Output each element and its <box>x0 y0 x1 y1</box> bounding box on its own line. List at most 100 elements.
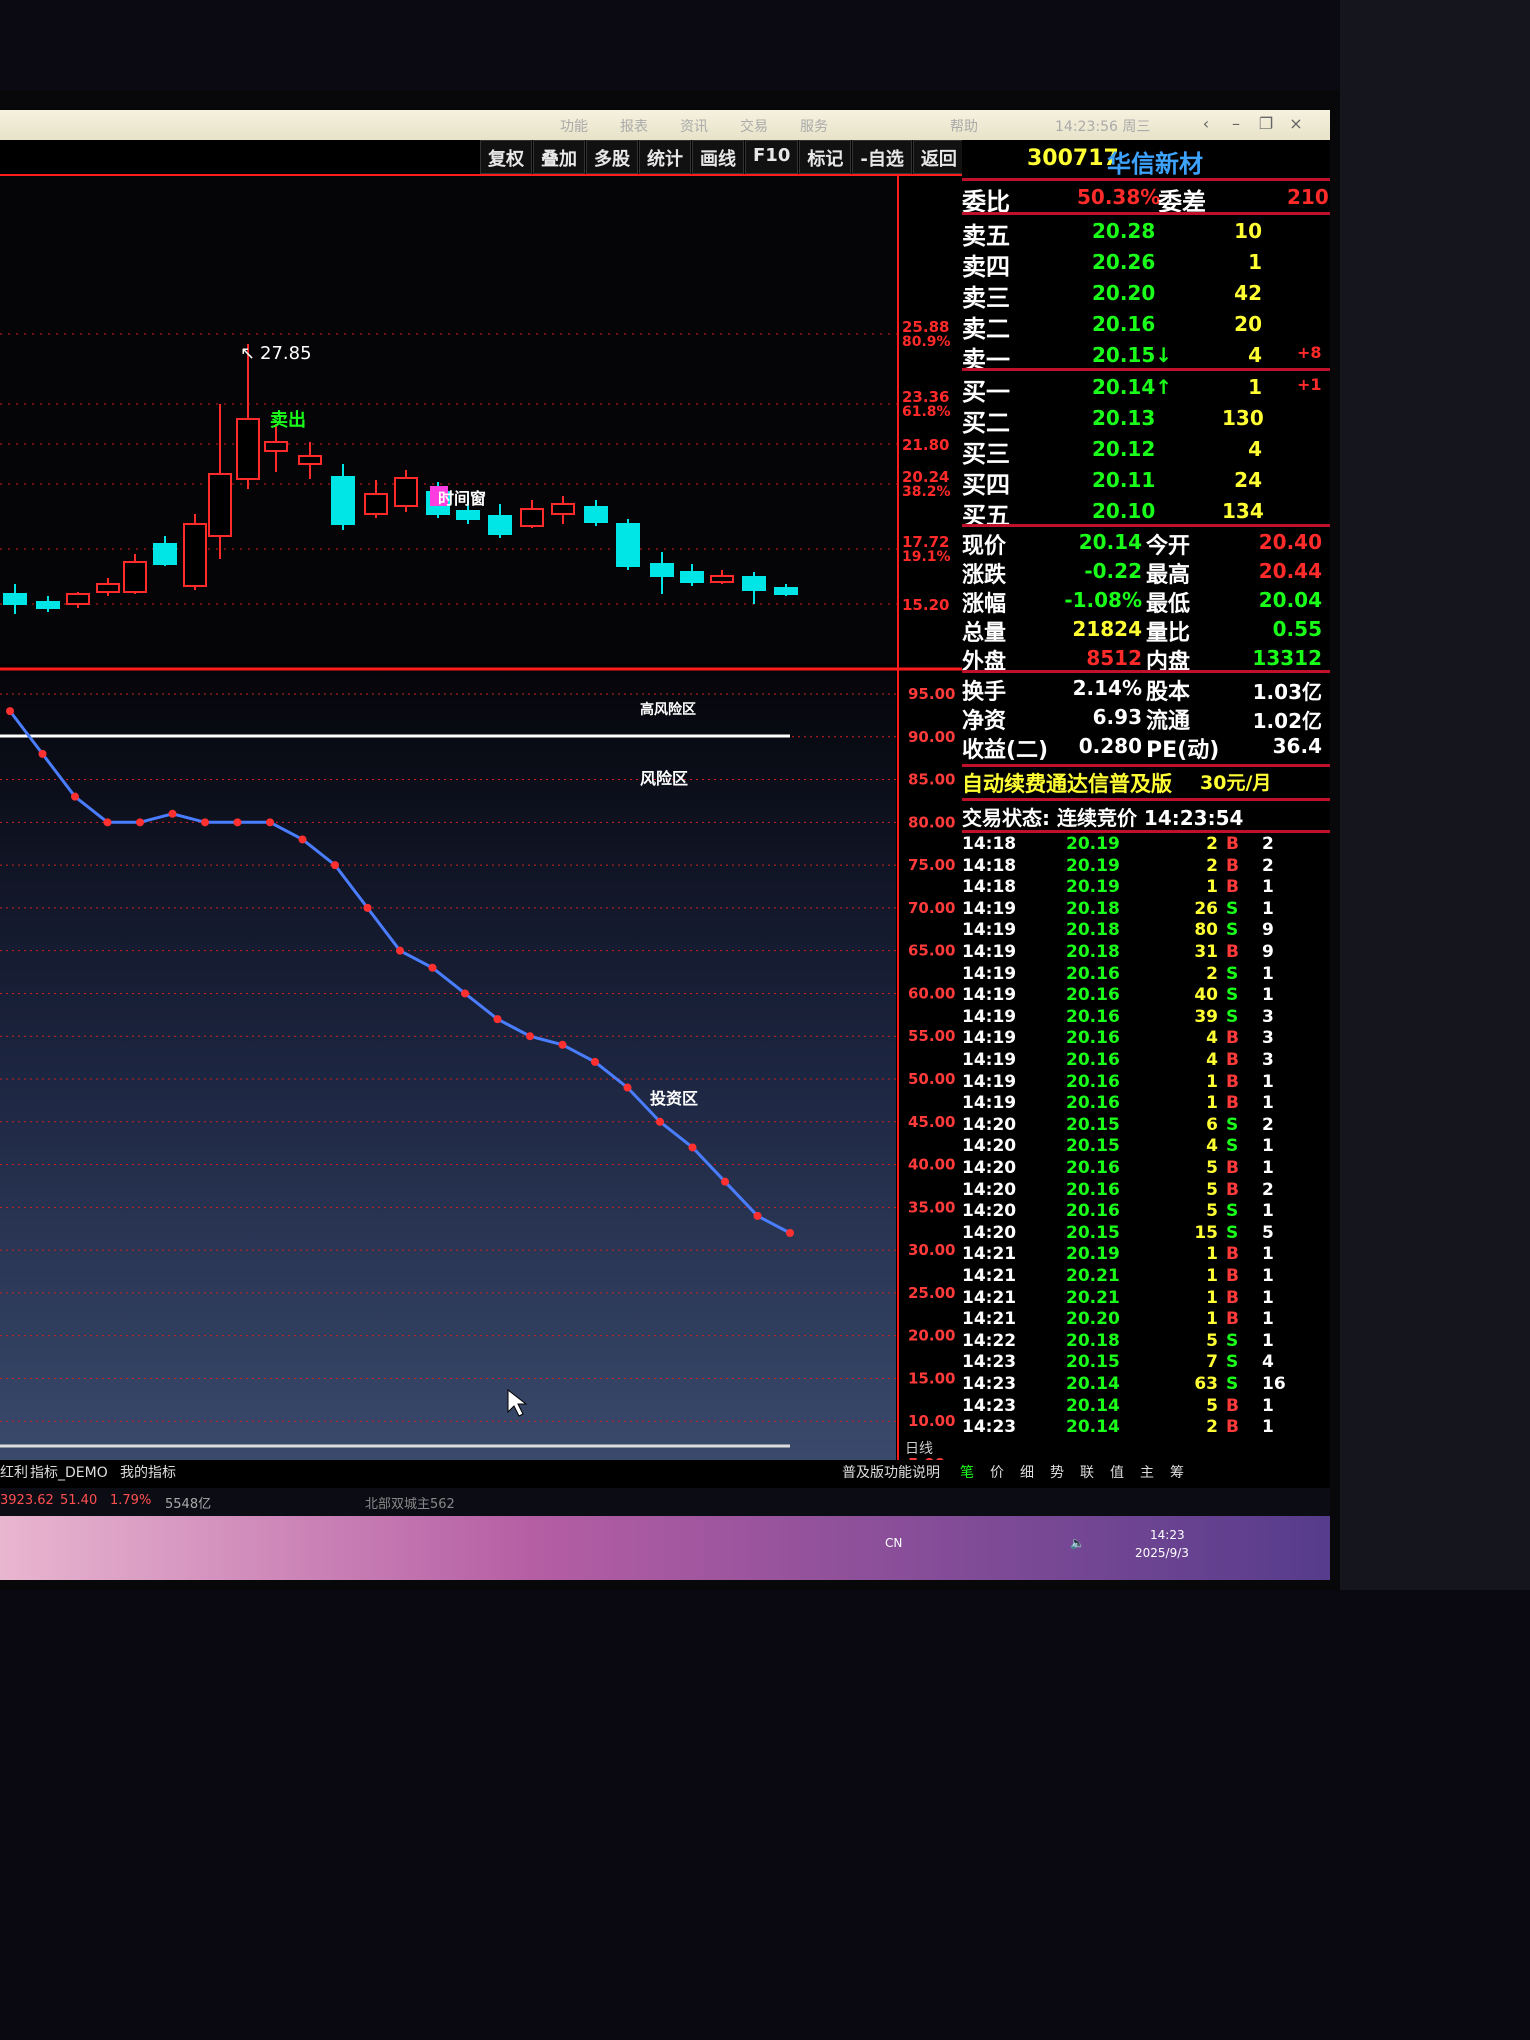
candlestick[interactable] <box>298 455 322 465</box>
minimize-icon[interactable]: – <box>1225 114 1247 134</box>
tick-row[interactable]: 14:20 20.15 6 S 2 <box>962 1115 1330 1137</box>
toolbar-button[interactable]: 多股 <box>586 140 638 174</box>
indicator-tab[interactable]: 红利 <box>0 1462 28 1482</box>
candlestick[interactable] <box>208 473 232 537</box>
candlestick[interactable] <box>394 477 418 507</box>
side-tab[interactable]: 筹 <box>1170 1462 1184 1482</box>
candlestick[interactable] <box>331 476 355 525</box>
tick-row[interactable]: 14:23 20.14 2 B 1 <box>962 1417 1330 1439</box>
promo-price[interactable]: 30元/月 <box>1200 768 1271 795</box>
menu-item[interactable]: 交易 <box>740 116 768 136</box>
candlestick[interactable] <box>153 543 177 565</box>
side-tab[interactable]: 主 <box>1140 1462 1154 1482</box>
toolbar-button[interactable]: F10 <box>745 140 799 174</box>
candlestick[interactable] <box>96 583 120 593</box>
chart-area[interactable]: ↖ 27.85 卖出 时间窗 财 25.8880.9%23.3661.8%21.… <box>0 174 962 1464</box>
candlestick[interactable] <box>520 508 544 527</box>
side-tab[interactable]: 联 <box>1080 1462 1094 1482</box>
input-language[interactable]: CN <box>885 1536 902 1550</box>
tick-row[interactable]: 14:19 20.16 39 S 3 <box>962 1007 1330 1029</box>
bid-row[interactable]: 买二 20.13 130 <box>962 403 1330 437</box>
candlestick[interactable] <box>364 493 388 515</box>
restore-icon[interactable]: ❐ <box>1255 114 1277 134</box>
bid-row[interactable]: 买一 20.14↑ 1 +1 <box>962 372 1330 406</box>
tick-row[interactable]: 14:19 20.18 80 S 9 <box>962 920 1330 942</box>
volume-icon[interactable]: 🔈 <box>1070 1536 1085 1550</box>
promo-text[interactable]: 自动续费通达信普及版 <box>962 768 1172 798</box>
candlestick[interactable] <box>742 576 766 591</box>
side-tab[interactable]: 值 <box>1110 1462 1124 1482</box>
taskbar-time[interactable]: 14:23 <box>1150 1528 1185 1542</box>
tick-row[interactable]: 14:22 20.18 5 S 1 <box>962 1331 1330 1353</box>
candlestick[interactable] <box>488 515 512 535</box>
candlestick[interactable] <box>680 571 704 583</box>
tick-row[interactable]: 14:18 20.19 2 B 2 <box>962 856 1330 878</box>
menu-item[interactable]: 功能 <box>560 116 588 136</box>
candlestick[interactable] <box>616 523 640 567</box>
tick-row[interactable]: 14:19 20.18 26 S 1 <box>962 899 1330 921</box>
candlestick[interactable] <box>264 441 288 452</box>
candlestick[interactable] <box>183 523 207 587</box>
candlestick[interactable] <box>551 503 575 515</box>
indicator-tab[interactable]: 我的指标 <box>120 1462 176 1482</box>
tick-row[interactable]: 14:23 20.15 7 S 4 <box>962 1352 1330 1374</box>
candlestick[interactable] <box>36 601 60 609</box>
side-tab[interactable]: 细 <box>1020 1462 1034 1482</box>
toolbar-button[interactable]: 复权 <box>480 140 532 174</box>
tick-row[interactable]: 14:20 20.15 4 S 1 <box>962 1136 1330 1158</box>
tick-row[interactable]: 14:20 20.15 15 S 5 <box>962 1223 1330 1245</box>
toolbar-button[interactable]: 统计 <box>639 140 691 174</box>
side-tab[interactable]: 价 <box>990 1462 1004 1482</box>
tick-row[interactable]: 14:21 20.19 1 B 1 <box>962 1244 1330 1266</box>
menu-item[interactable]: 帮助 <box>950 116 978 136</box>
toolbar-button[interactable]: 返回 <box>912 140 965 174</box>
tick-row[interactable]: 14:19 20.16 4 B 3 <box>962 1050 1330 1072</box>
tick-row[interactable]: 14:19 20.16 4 B 3 <box>962 1028 1330 1050</box>
side-tab[interactable]: 势 <box>1050 1462 1064 1482</box>
tick-row[interactable]: 14:23 20.14 63 S 16 <box>962 1374 1330 1396</box>
candlestick[interactable] <box>710 575 734 583</box>
back-icon[interactable]: ‹ <box>1195 114 1217 134</box>
tick-row[interactable]: 14:18 20.19 2 B 2 <box>962 834 1330 856</box>
ask-row[interactable]: 卖二 20.16 20 <box>962 309 1330 343</box>
candlestick[interactable] <box>123 561 147 593</box>
tick-row[interactable]: 14:20 20.16 5 B 1 <box>962 1158 1330 1180</box>
toolbar-button[interactable]: 标记 <box>799 140 852 174</box>
tick-row[interactable]: 14:21 20.21 1 B 1 <box>962 1288 1330 1310</box>
menu-item[interactable]: 资讯 <box>680 116 708 136</box>
tick-row[interactable]: 14:19 20.16 1 B 1 <box>962 1072 1330 1094</box>
tick-row[interactable]: 14:21 20.21 1 B 1 <box>962 1266 1330 1288</box>
tick-row[interactable]: 14:19 20.16 2 S 1 <box>962 964 1330 986</box>
bid-row[interactable]: 买四 20.11 24 <box>962 465 1330 499</box>
tick-row[interactable]: 14:21 20.20 1 B 1 <box>962 1309 1330 1331</box>
tick-row[interactable]: 14:19 20.18 31 B 9 <box>962 942 1330 964</box>
menu-item[interactable]: 报表 <box>620 116 648 136</box>
close-icon[interactable]: × <box>1285 114 1307 134</box>
ask-row[interactable]: 卖四 20.26 1 <box>962 247 1330 281</box>
menu-item[interactable]: 服务 <box>800 116 828 136</box>
toolbar-button[interactable]: 画线 <box>692 140 744 174</box>
bid-row[interactable]: 买三 20.12 4 <box>962 434 1330 468</box>
candlestick[interactable] <box>584 506 608 523</box>
tick-row[interactable]: 14:19 20.16 1 B 1 <box>962 1093 1330 1115</box>
toolbar-button[interactable]: 叠加 <box>533 140 585 174</box>
taskbar-date[interactable]: 2025/9/3 <box>1135 1546 1189 1560</box>
side-tab[interactable]: 笔 <box>960 1462 974 1482</box>
candlestick[interactable] <box>3 593 27 605</box>
candlestick[interactable] <box>236 418 260 480</box>
ask-row[interactable]: 卖一 20.15↓ 4 +8 <box>962 340 1330 374</box>
tick-row[interactable]: 14:18 20.19 1 B 1 <box>962 877 1330 899</box>
tick-row[interactable]: 14:20 20.16 5 S 1 <box>962 1201 1330 1223</box>
indicator-tab[interactable]: 指标_DEMO <box>30 1462 108 1482</box>
tick-row[interactable]: 14:20 20.16 5 B 2 <box>962 1180 1330 1202</box>
ask-row[interactable]: 卖五 20.28 10 <box>962 216 1330 250</box>
tick-row[interactable]: 14:23 20.14 5 B 1 <box>962 1396 1330 1418</box>
bid-row[interactable]: 买五 20.10 134 <box>962 496 1330 530</box>
period-label[interactable]: 日线 <box>905 1438 933 1458</box>
help-link[interactable]: 普及版功能说明 <box>842 1462 940 1482</box>
candlestick[interactable] <box>774 587 798 595</box>
toolbar-button[interactable]: -自选 <box>852 140 912 174</box>
ask-row[interactable]: 卖三 20.20 42 <box>962 278 1330 312</box>
candlestick[interactable] <box>650 563 674 577</box>
candlestick[interactable] <box>66 593 90 605</box>
